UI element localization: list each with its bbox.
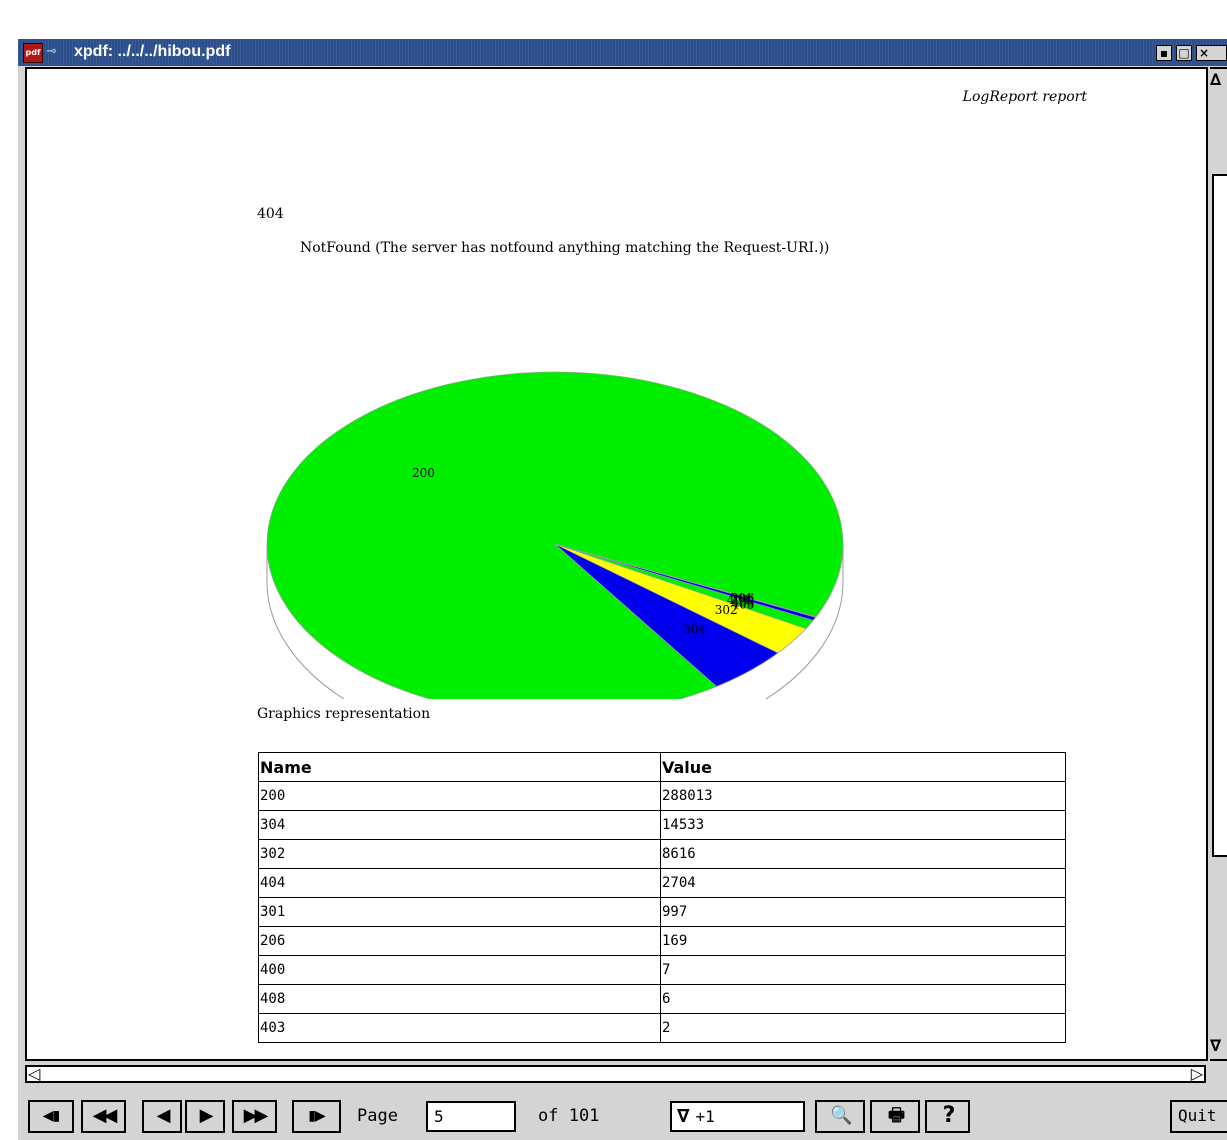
minimize-button[interactable]: ▪: [1156, 45, 1172, 61]
help-icon: ?: [942, 1103, 956, 1128]
column-header-value: Value: [660, 752, 1066, 782]
pdf-page-view[interactable]: LogReport report 404 NotFound (The serve…: [25, 67, 1208, 1061]
data-table: Name Value 200 288013 304 14533 302 8616 404 27…: [258, 752, 1066, 1043]
last-page-icon: ▮▶: [308, 1108, 326, 1124]
status-name-cell: 302: [258, 839, 661, 869]
pie-chart: 200304302404301206400408403: [266, 371, 844, 699]
table-row: 302 8616: [258, 839, 1066, 869]
status-name-cell: 206: [258, 926, 661, 956]
status-name-cell: 404: [258, 868, 661, 898]
table-row: 400 7: [258, 955, 1066, 985]
table-row: 404 2704: [258, 868, 1066, 898]
page-label: Page: [357, 1106, 398, 1126]
table-row: 403 2: [258, 1013, 1066, 1043]
column-header-name: Name: [258, 752, 661, 782]
maximize-icon: □: [1178, 46, 1190, 60]
window-title: xpdf: ../../../hibou.pdf: [74, 43, 231, 60]
table-row: 206 169: [258, 926, 1066, 956]
dropdown-arrow-icon: ∇: [677, 1106, 690, 1127]
page-number-input[interactable]: [426, 1101, 516, 1132]
chart-caption: Graphics representation: [257, 706, 431, 722]
table-header-row: Name Value: [258, 752, 1066, 782]
scroll-down-arrow-icon[interactable]: ∇: [1210, 1037, 1227, 1057]
status-value-cell: 7: [660, 955, 1066, 985]
double-left-arrow-icon: ◀◀: [92, 1105, 118, 1126]
quit-button[interactable]: Quit: [1170, 1100, 1227, 1133]
close-icon: ×: [1199, 46, 1210, 60]
table-row: 301 997: [258, 897, 1066, 927]
status-code-heading: 404: [257, 206, 284, 222]
last-page-button[interactable]: ▮▶: [292, 1100, 341, 1133]
first-page-button[interactable]: ◀▮: [28, 1100, 74, 1133]
next-page-button[interactable]: ▶: [185, 1100, 225, 1133]
pdf-app-icon[interactable]: pdf: [23, 43, 43, 63]
find-button[interactable]: 🔍: [815, 1100, 865, 1133]
pie-label-403: 403: [731, 597, 754, 611]
back-ten-pages-button[interactable]: ◀◀: [81, 1100, 126, 1133]
help-button[interactable]: ?: [925, 1100, 970, 1133]
status-value-cell: 2: [660, 1013, 1066, 1043]
status-name-cell: 301: [258, 897, 661, 927]
binoculars-icon: 🔍: [830, 1105, 852, 1126]
right-arrow-icon: ▶: [199, 1105, 214, 1126]
pie-label-304: 304: [683, 622, 706, 636]
status-value-cell: 8616: [660, 839, 1066, 869]
status-name-cell: 304: [258, 810, 661, 840]
table-row: 304 14533: [258, 810, 1066, 840]
status-value-cell: 288013: [660, 781, 1066, 811]
status-description: NotFound (The server has notfound anythi…: [300, 240, 830, 256]
page-count-label: of 101: [538, 1106, 600, 1126]
first-page-icon: ◀▮: [42, 1108, 61, 1124]
table-row: 200 288013: [258, 781, 1066, 811]
scroll-up-arrow-icon[interactable]: ∆: [1210, 71, 1227, 91]
zoom-value: +1: [695, 1107, 715, 1126]
double-right-arrow-icon: ▶▶: [243, 1105, 269, 1126]
scroll-left-arrow-icon[interactable]: ◁: [28, 1064, 40, 1084]
report-header: LogReport report: [962, 89, 1087, 105]
left-arrow-icon: ◀: [156, 1105, 171, 1126]
vertical-scroll-thumb[interactable]: [1212, 174, 1227, 857]
close-button[interactable]: ×: [1196, 45, 1227, 61]
status-value-cell: 169: [660, 926, 1066, 956]
status-value-cell: 2704: [660, 868, 1066, 898]
horizontal-scrollbar[interactable]: ◁ ▷: [25, 1064, 1206, 1084]
previous-page-button[interactable]: ◀: [142, 1100, 182, 1133]
status-value-cell: 14533: [660, 810, 1066, 840]
status-value-cell: 997: [660, 897, 1066, 927]
scroll-right-arrow-icon[interactable]: ▷: [1191, 1064, 1203, 1084]
vertical-scrollbar[interactable]: ∆ ∇: [1210, 67, 1227, 1061]
minimize-icon: ▪: [1159, 46, 1169, 60]
status-name-cell: 200: [258, 781, 661, 811]
status-name-cell: 403: [258, 1013, 661, 1043]
pin-icon[interactable]: ⊸: [46, 44, 57, 60]
maximize-button[interactable]: □: [1176, 45, 1192, 61]
table-row: 408 6: [258, 984, 1066, 1014]
status-value-cell: 6: [660, 984, 1066, 1014]
status-name-cell: 400: [258, 955, 661, 985]
printer-icon: 🖶: [888, 1105, 905, 1126]
print-button[interactable]: 🖶: [870, 1100, 920, 1133]
zoom-select[interactable]: ∇ +1: [670, 1101, 805, 1132]
title-bar: pdf ⊸ xpdf: ../../../hibou.pdf ▪ □ ×: [18, 39, 1227, 66]
pie-label-200: 200: [412, 466, 435, 480]
status-name-cell: 408: [258, 984, 661, 1014]
forward-ten-pages-button[interactable]: ▶▶: [232, 1100, 277, 1133]
